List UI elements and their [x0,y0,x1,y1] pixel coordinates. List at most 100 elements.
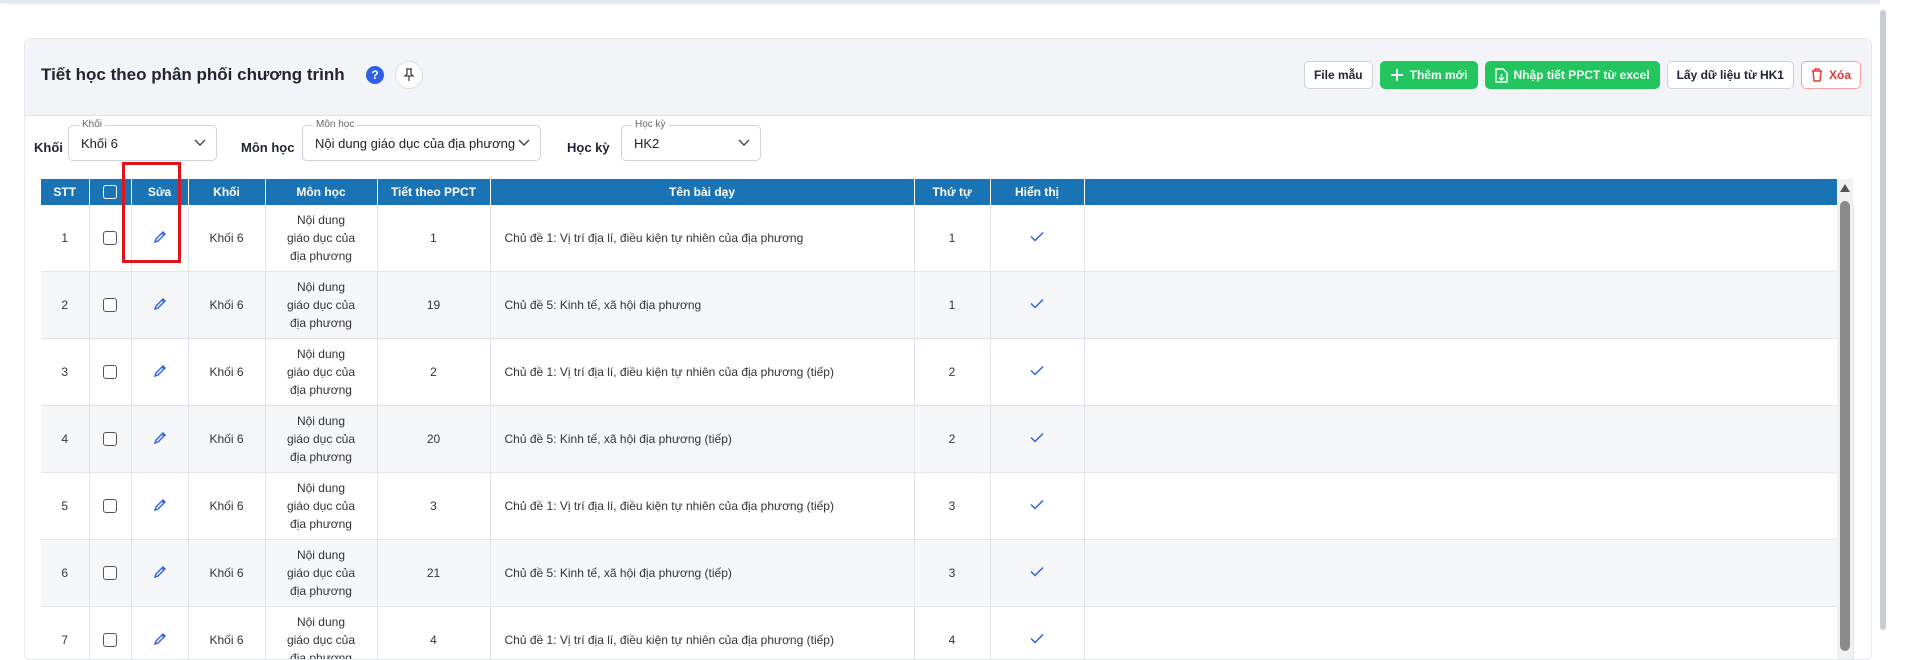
cell-edit[interactable] [131,539,189,607]
mon-line: Nội dung [296,548,346,562]
cell-edit[interactable] [131,606,189,659]
table-row[interactable]: 4 Khối 6 Nội dung giáo dục của địa phươn… [41,405,1854,473]
cell-filler [1084,338,1854,406]
cell-khoi: Khối 6 [188,405,266,473]
table-row[interactable]: 5 Khối 6 Nội dung giáo dục của địa phươn… [41,472,1854,540]
table-scrollbar[interactable] [1837,179,1853,659]
plus-icon [1390,69,1403,81]
row-checkbox[interactable] [103,499,117,514]
page-scrollbar[interactable] [1880,0,1915,641]
cell-select[interactable] [89,405,132,473]
col-select-all[interactable] [89,179,132,205]
pencil-icon[interactable] [153,431,167,445]
mon-hoc-float-label: Môn học [313,119,358,130]
page-scroll-thumb[interactable] [1880,10,1886,630]
cell-stt: 3 [41,338,90,406]
mon-line: địa phương [290,450,352,464]
mon-line: Nội dung [296,213,346,227]
cell-stt: 4 [41,405,90,473]
cell-ten-bai: Chủ đề 1: Vị trí địa lí, điều kiện tự nh… [490,205,915,272]
cell-select[interactable] [89,338,132,406]
col-ten-bai[interactable]: Tên bài dạy [490,179,915,205]
table-row[interactable]: 3 Khối 6 Nội dung giáo dục của địa phươn… [41,338,1854,406]
pin-button[interactable] [395,61,423,89]
row-checkbox[interactable] [103,365,117,380]
row-checkbox[interactable] [103,298,117,313]
cell-tiet: 2 [377,338,491,406]
cell-khoi: Khối 6 [188,606,266,659]
table-row[interactable]: 6 Khối 6 Nội dung giáo dục của địa phươn… [41,539,1854,607]
cell-filler [1084,205,1854,272]
cell-tiet: 1 [377,205,491,272]
table-row[interactable]: 2 Khối 6 Nội dung giáo dục của địa phươn… [41,271,1854,339]
cell-mon-hoc: Nội dung giáo dục của địa phương [265,606,378,659]
row-checkbox[interactable] [103,432,117,447]
pencil-icon[interactable] [153,364,167,378]
mon-line: giáo dục của [286,499,356,513]
cell-thu-tu: 2 [914,405,991,473]
xoa-label: Xóa [1828,68,1851,82]
cell-thu-tu: 4 [914,606,991,659]
cell-edit[interactable] [131,205,189,272]
col-tiet[interactable]: Tiết theo PPCT [377,179,491,205]
chevron-down-icon [194,139,206,146]
table-row[interactable]: 1 Khối 6 Nội dung giáo dục của địa phươn… [41,205,1854,272]
select-all-checkbox[interactable] [103,185,117,200]
row-checkbox[interactable] [103,566,117,581]
col-mon-hoc[interactable]: Môn học [265,179,378,205]
col-thu-tu[interactable]: Thứ tự [914,179,991,205]
mon-line: địa phương [290,249,352,263]
cell-filler [1084,271,1854,339]
mon-line: Nội dung [296,347,346,361]
pencil-icon[interactable] [153,632,167,646]
pencil-icon[interactable] [153,230,167,244]
col-hien-thi[interactable]: Hiển thị [990,179,1085,205]
file-mau-button[interactable]: File mẫu [1303,61,1373,89]
check-icon [1030,499,1044,510]
col-stt[interactable]: STT [41,179,90,205]
pencil-icon[interactable] [153,297,167,311]
cell-edit[interactable] [131,405,189,473]
cell-ten-bai: Chủ đề 1: Vị trí địa lí, điều kiện tự nh… [490,606,915,659]
cell-select[interactable] [89,606,132,659]
mon-hoc-select[interactable]: Môn học Nội dung giáo dục của địa phương [302,119,541,161]
check-icon [1030,298,1044,309]
nhap-excel-button[interactable]: Nhập tiết PPCT từ excel [1484,61,1660,89]
them-moi-button[interactable]: Thêm mới [1379,61,1478,89]
cell-hien-thi [990,405,1085,473]
cell-khoi: Khối 6 [188,539,266,607]
cell-stt: 2 [41,271,90,339]
mon-line: giáo dục của [286,566,356,580]
cell-mon-hoc: Nội dung giáo dục của địa phương [265,539,378,607]
cell-select[interactable] [89,472,132,540]
lay-du-lieu-button[interactable]: Lấy dữ liệu từ HK1 [1666,61,1794,89]
col-khoi[interactable]: Khối [188,179,266,205]
cell-thu-tu: 1 [914,205,991,272]
xoa-button[interactable]: Xóa [1800,61,1861,89]
cell-tiet: 21 [377,539,491,607]
cell-select[interactable] [89,205,132,272]
row-checkbox[interactable] [103,633,117,648]
cell-select[interactable] [89,539,132,607]
cell-mon-hoc: Nội dung giáo dục của địa phương [265,205,378,272]
scroll-thumb[interactable] [1840,201,1850,651]
mon-line: địa phương [290,316,352,330]
cell-tiet: 19 [377,271,491,339]
cell-select[interactable] [89,271,132,339]
hoc-ky-select[interactable]: Học kỳ HK2 [621,119,761,161]
cell-edit[interactable] [131,271,189,339]
cell-mon-hoc: Nội dung giáo dục của địa phương [265,271,378,339]
help-icon[interactable]: ? [366,66,384,84]
pencil-icon[interactable] [153,498,167,512]
scroll-up-icon[interactable] [1840,184,1850,192]
table-row[interactable]: 7 Khối 6 Nội dung giáo dục của địa phươn… [41,606,1854,659]
mon-line: Nội dung [296,280,346,294]
row-checkbox[interactable] [103,231,117,246]
cell-thu-tu: 3 [914,539,991,607]
cell-ten-bai: Chủ đề 1: Vị trí địa lí, điều kiện tự nh… [490,472,915,540]
cell-edit[interactable] [131,472,189,540]
pencil-icon[interactable] [153,565,167,579]
cell-mon-hoc: Nội dung giáo dục của địa phương [265,472,378,540]
khoi-select[interactable]: Khối Khối 6 [68,119,217,161]
cell-edit[interactable] [131,338,189,406]
